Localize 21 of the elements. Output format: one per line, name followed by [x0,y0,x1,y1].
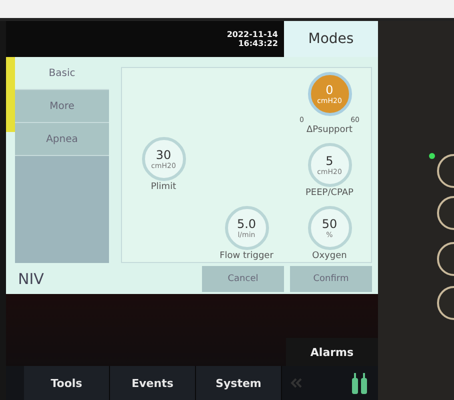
sidebar-tab[interactable]: Basic [15,57,109,90]
nav-button[interactable]: Events [110,366,196,400]
dial-value: 50 [322,218,338,230]
dial-label: PEEP/CPAP [306,188,354,199]
dial-value: 5 [326,154,334,168]
dial-value: 0 [326,84,334,96]
modes-tab[interactable]: Modes [284,21,378,57]
dial-label: Oxygen [312,251,347,262]
time-text: 16:43:22 [238,39,278,48]
dial-value: 5.0 [236,218,256,230]
alarms-tab[interactable]: Alarms [286,338,378,366]
nav-button[interactable]: Tools [24,366,110,400]
double-chevron-icon[interactable] [290,378,302,388]
dial-label: Plimit [150,182,176,193]
dial-label: Flow trigger [220,251,274,262]
mode-name: NIV [18,270,45,288]
dial-label: ΔPsupport [306,125,352,136]
date-text: 2022-11-14 [226,30,278,39]
gas-cylinders-icon [350,372,370,394]
dial-value: 30 [156,148,172,162]
nav-button[interactable]: System [196,366,282,400]
